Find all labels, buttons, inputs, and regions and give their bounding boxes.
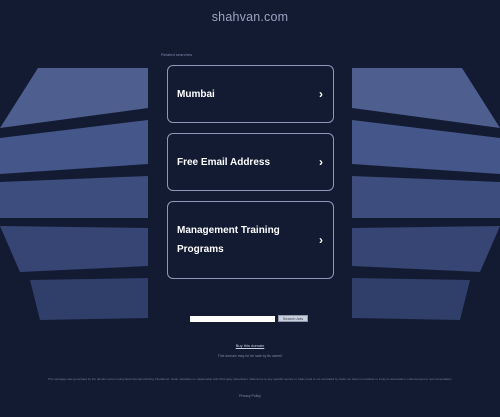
search-button[interactable]: Search Ads	[278, 315, 308, 322]
related-link-label: Management Training Programs	[177, 225, 280, 255]
chevron-right-icon: ›	[319, 87, 323, 101]
search-bar: Search Ads	[190, 315, 308, 322]
right-decoration	[352, 68, 500, 320]
related-link-free-email-address[interactable]: Free Email Address ›	[167, 133, 334, 191]
deco-stripe	[352, 278, 470, 320]
related-link-mumbai[interactable]: Mumbai ›	[167, 65, 334, 123]
deco-stripe	[352, 68, 500, 128]
deco-stripe	[352, 226, 500, 272]
buy-domain-link[interactable]: Buy this domain	[0, 343, 500, 348]
deco-stripe	[0, 176, 148, 218]
chevron-right-icon: ›	[319, 155, 323, 169]
related-link-label: Free Email Address	[177, 156, 271, 168]
deco-stripe	[352, 120, 500, 174]
disclaimer-text: This webpage was generated by the domain…	[47, 377, 453, 381]
privacy-policy-link[interactable]: Privacy Policy	[0, 394, 500, 398]
related-searches-label: Related searches	[161, 52, 193, 57]
chevron-right-icon: ›	[319, 233, 323, 247]
left-decoration	[0, 68, 148, 320]
deco-stripe	[0, 226, 148, 272]
deco-stripe	[30, 278, 148, 320]
deco-stripe	[0, 120, 148, 174]
search-input[interactable]	[190, 315, 275, 322]
domain-title: shahvan.com	[211, 10, 289, 24]
owner-note: This domain may be for sale by its owner…	[217, 354, 283, 358]
deco-stripe	[0, 68, 148, 128]
related-link-management-training-programs[interactable]: Management Training Programs ›	[167, 201, 334, 279]
deco-stripe	[352, 176, 500, 218]
related-link-label: Mumbai	[177, 88, 215, 100]
